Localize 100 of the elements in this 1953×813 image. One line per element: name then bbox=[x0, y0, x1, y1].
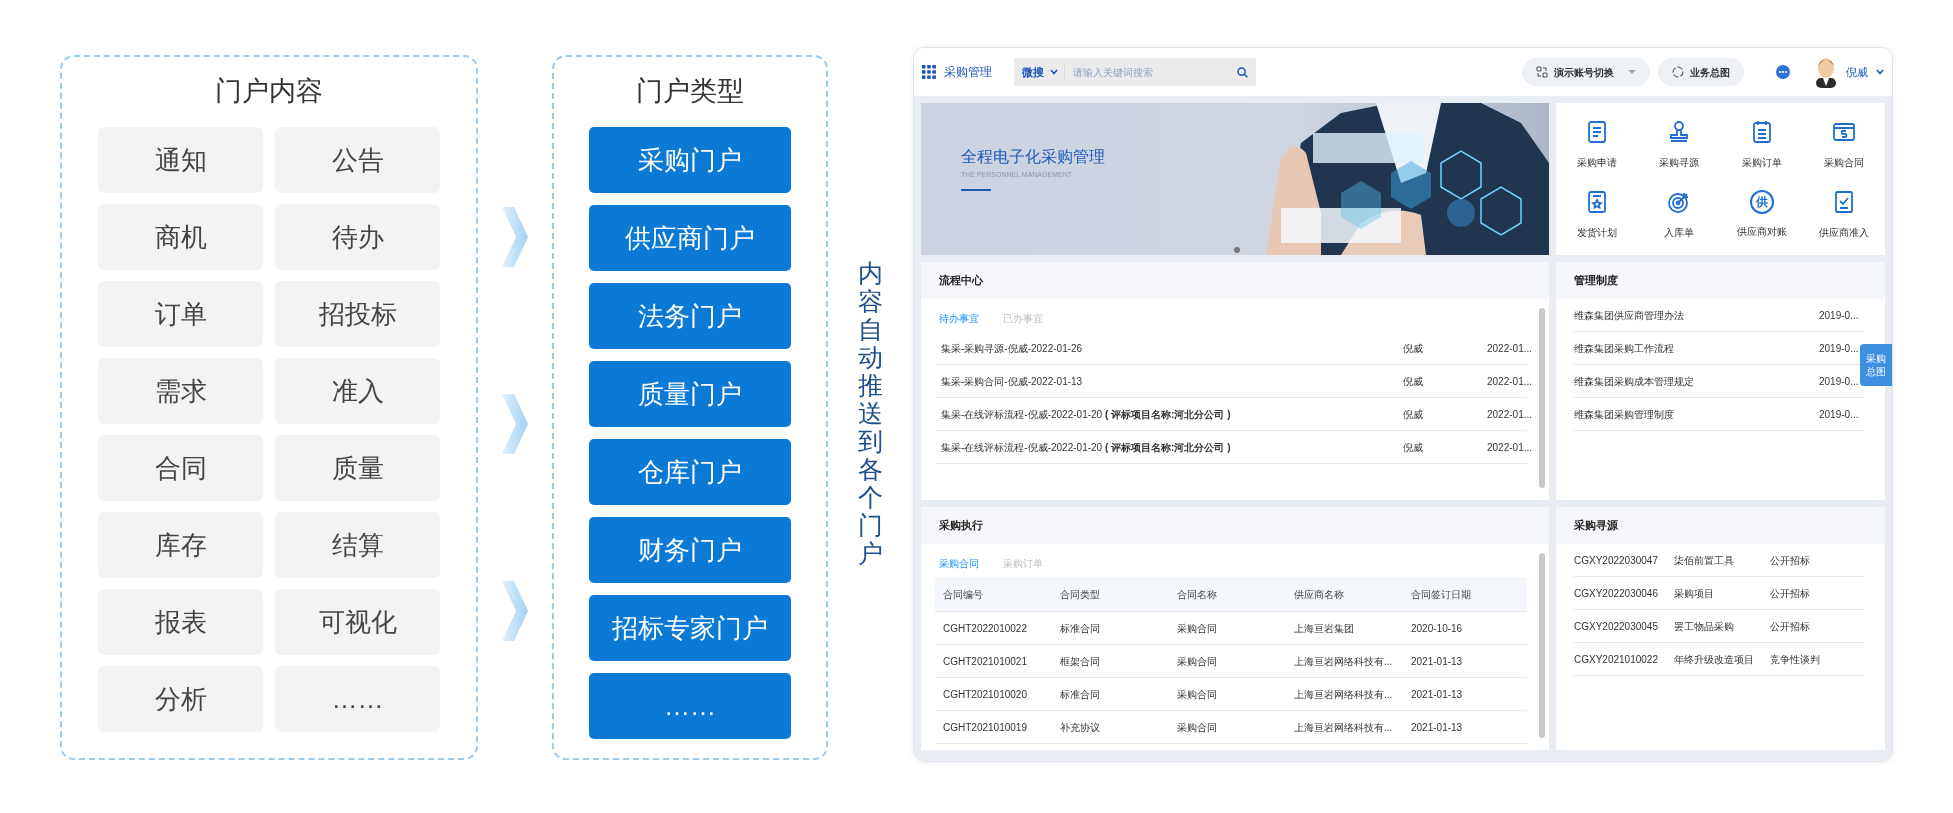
shortcut-button[interactable]: 供应商准入 bbox=[1802, 179, 1885, 249]
panel-title: 门户类型 bbox=[636, 75, 744, 108]
person-name: 倪威 bbox=[1403, 440, 1424, 455]
table-cell-text: 采购项目 bbox=[1674, 586, 1715, 601]
person-name: 倪威 bbox=[1403, 407, 1424, 422]
table-cell-text: 公开招标 bbox=[1770, 619, 1811, 634]
date-text: 2019-0... bbox=[1819, 374, 1860, 389]
scrollbar[interactable] bbox=[1539, 308, 1545, 488]
apps-grid-icon[interactable] bbox=[922, 65, 936, 79]
shortcut-button[interactable]: 入库单 bbox=[1638, 179, 1721, 249]
portal-tile: 供应商门户 bbox=[589, 205, 791, 272]
chevron-down-icon[interactable] bbox=[1050, 69, 1058, 75]
shortcut-button[interactable]: 供 供应商对账 bbox=[1720, 179, 1803, 249]
table-cell-text: 年终升级改造项目 bbox=[1674, 652, 1755, 667]
process-title[interactable]: 集采-在线评标流程-倪威-2022-01-20 ( 评标项目名称:河北分公司 ) bbox=[941, 439, 1403, 455]
header-button[interactable]: 演示账号切换 bbox=[1522, 58, 1650, 86]
table-cell-text: CGXY2021010022 bbox=[1574, 652, 1659, 667]
table-cell-text: CGHT2021010021 bbox=[942, 654, 1028, 669]
content-tile: 质量 bbox=[275, 435, 440, 502]
chevron-icon bbox=[502, 394, 528, 454]
search-input[interactable]: 请输入关键词搜索 bbox=[1064, 63, 1231, 81]
shortcut-button[interactable]: 采购申请 bbox=[1556, 109, 1639, 179]
shortcut-button[interactable]: 发货计划 bbox=[1556, 179, 1639, 249]
table-cell-text: CGXY2022030046 bbox=[1574, 586, 1659, 601]
shortcut-button[interactable]: 采购寻源 bbox=[1638, 109, 1721, 179]
chevron-icon bbox=[502, 581, 528, 641]
content-tile: 待办 bbox=[275, 204, 440, 271]
portal-tile: 法务门户 bbox=[589, 283, 791, 350]
table-cell-text: 采购合同 bbox=[1176, 654, 1218, 669]
content-tile: 订单 bbox=[98, 281, 263, 348]
search-field[interactable]: 微搜 请输入关键词搜索 bbox=[1014, 58, 1256, 86]
portal-tile: 采购门户 bbox=[589, 127, 791, 194]
panel-title: 门户内容 bbox=[215, 75, 323, 108]
table-cell-text: CGHT2022010022 bbox=[942, 621, 1028, 636]
table-cell-text: 2021-01-13 bbox=[1410, 687, 1464, 702]
content-tile: 可视化 bbox=[275, 589, 440, 656]
content-tile: 通知 bbox=[98, 127, 263, 194]
table-cell-text: 采购合同 bbox=[1176, 720, 1218, 735]
column-header: 合同类型 bbox=[1059, 587, 1101, 602]
document-link[interactable]: 维森集团采购成本管理规定 bbox=[1574, 373, 1819, 389]
process-title[interactable]: 集采-在线评标流程-倪威-2022-01-20 ( 评标项目名称:河北分公司 ) bbox=[941, 406, 1403, 422]
content-tile: 库存 bbox=[98, 512, 263, 579]
scrollbar[interactable] bbox=[1539, 553, 1545, 738]
table-cell-text: 2020-10-16 bbox=[1410, 621, 1464, 636]
carousel-dot[interactable] bbox=[1234, 247, 1240, 253]
vertical-label: 内容自动推送到各个门户 bbox=[858, 259, 883, 567]
date-text: 2019-0... bbox=[1819, 341, 1860, 356]
document-link[interactable]: 维森集团供应商管理办法 bbox=[1574, 307, 1819, 323]
search-icon[interactable] bbox=[1237, 66, 1248, 78]
content-tile: 公告 bbox=[275, 127, 440, 194]
content-tile: …… bbox=[275, 666, 440, 733]
content-tile: 需求 bbox=[98, 358, 263, 425]
content-tile: 合同 bbox=[98, 435, 263, 502]
table-cell-text: 柒佰前置工具 bbox=[1674, 553, 1735, 568]
switch-icon bbox=[1536, 66, 1548, 78]
portal-tile: 仓库门户 bbox=[589, 439, 791, 506]
portal-tile: 财务门户 bbox=[589, 517, 791, 584]
portal-tile: 质量门户 bbox=[589, 361, 791, 428]
shortcut-button[interactable]: 采购合同 bbox=[1802, 109, 1885, 179]
caret-icon bbox=[1628, 70, 1636, 74]
date-text: 2019-0... bbox=[1819, 308, 1860, 323]
chevron-down-icon[interactable] bbox=[1876, 69, 1884, 75]
table-cell-text: 采购合同 bbox=[1176, 687, 1218, 702]
table-cell-text: 上海亘岩网络科技有... bbox=[1293, 720, 1394, 735]
content-tile: 准入 bbox=[275, 358, 440, 425]
more-icon[interactable] bbox=[1776, 65, 1790, 79]
avatar-icon[interactable] bbox=[1814, 56, 1838, 88]
app-title: 采购管理 bbox=[944, 64, 992, 81]
document-link[interactable]: 维森集团采购工作流程 bbox=[1574, 340, 1819, 356]
process-title[interactable]: 集采-采购合同-倪威-2022-01-13 bbox=[941, 373, 1403, 389]
column-header: 合同名称 bbox=[1176, 587, 1218, 602]
table-cell-text: 上海亘岩网络科技有... bbox=[1293, 687, 1394, 702]
circled-glyph-icon: 供 bbox=[1749, 189, 1774, 214]
person-name: 倪威 bbox=[1403, 341, 1424, 356]
table-cell-text: CGXY2022030047 bbox=[1574, 553, 1659, 568]
panel-title: 采购执行 bbox=[939, 518, 983, 534]
date-text: 2019-0... bbox=[1819, 407, 1860, 422]
table-cell-text: 框架合同 bbox=[1059, 654, 1101, 669]
header-button[interactable]: 业务总图 bbox=[1658, 58, 1744, 86]
portal-tile: 招标专家门户 bbox=[589, 595, 791, 662]
user-name[interactable]: 倪威 bbox=[1846, 63, 1868, 81]
panel-title: 采购寻源 bbox=[1574, 518, 1618, 534]
table-cell-text: 罢工物品采购 bbox=[1674, 619, 1735, 634]
table-cell-text: 标准合同 bbox=[1059, 621, 1101, 636]
panel-title: 流程中心 bbox=[939, 273, 983, 289]
table-cell-text: CGHT2021010019 bbox=[942, 720, 1028, 735]
table-cell-text: 公开招标 bbox=[1770, 553, 1811, 568]
content-tile: 分析 bbox=[98, 666, 263, 733]
document-link[interactable]: 维森集团采购管理制度 bbox=[1574, 406, 1819, 422]
table-cell-text: 竞争性谈判 bbox=[1770, 652, 1821, 667]
shortcut-button[interactable]: 采购订单 bbox=[1720, 109, 1803, 179]
search-scope-dropdown[interactable]: 微搜 bbox=[1022, 63, 1044, 81]
process-title[interactable]: 集采-采购寻源-倪威-2022-01-26 bbox=[941, 340, 1403, 356]
table-cell-text: 上海亘岩集团 bbox=[1293, 621, 1355, 636]
table-cell-text: 2021-01-13 bbox=[1410, 654, 1464, 669]
table-cell-text: 公开招标 bbox=[1770, 586, 1811, 601]
table-cell-text: CGHT2021010020 bbox=[942, 687, 1028, 702]
column-header: 合同签订日期 bbox=[1410, 587, 1472, 602]
content-tile: 报表 bbox=[98, 589, 263, 656]
content-tile: 商机 bbox=[98, 204, 263, 271]
